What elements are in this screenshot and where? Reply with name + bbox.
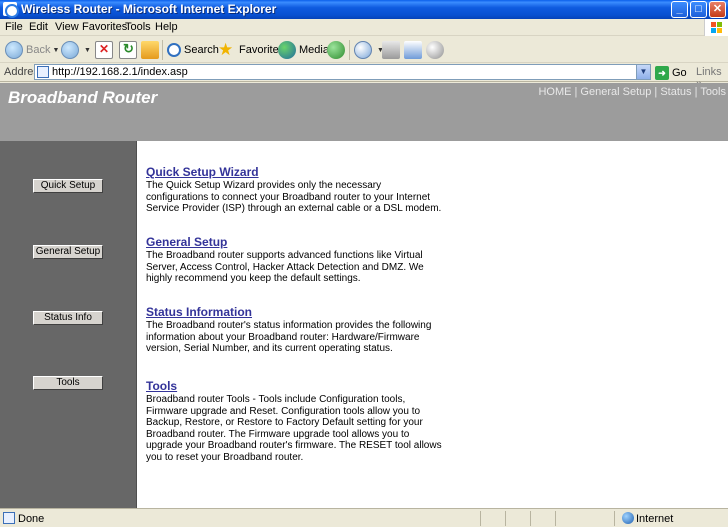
print-icon [382,41,400,59]
status-divider [530,511,531,526]
print-button[interactable] [382,40,403,60]
home-button[interactable] [141,40,162,60]
go-label: Go [672,66,687,79]
address-dropdown-icon[interactable]: ▼ [636,65,650,79]
messenger-icon [426,41,444,59]
mail-icon [354,41,372,59]
nav-general-setup-link[interactable]: General Setup [580,86,651,98]
history-button[interactable] [327,40,348,60]
security-zone: Internet [636,513,674,525]
star-icon: ★ [218,40,234,59]
tools-description: Broadband router Tools - Tools include C… [146,394,442,463]
toolbar-separator [162,40,163,60]
status-divider [480,511,481,526]
general-setup-description: The Broadband router supports advanced f… [146,250,424,284]
status-divider [555,511,556,526]
edit-button[interactable] [404,40,425,60]
ie-logo-icon [3,2,19,18]
maximize-button[interactable]: □ [690,1,707,18]
tools-link[interactable]: Tools [146,379,446,393]
section-status-information: Status Information The Broadband router'… [146,305,446,355]
status-information-description: The Broadband router's status informatio… [146,320,432,354]
menu-file[interactable]: File [5,21,23,33]
forward-button[interactable]: ▼ [61,40,91,60]
quick-setup-button[interactable]: Quick Setup [33,179,103,193]
section-quick-setup: Quick Setup Wizard The Quick Setup Wizar… [146,165,446,215]
menu-view[interactable]: View [55,21,79,33]
mail-button[interactable]: ▼ [354,40,384,60]
brand-title: Broadband Router [8,88,158,107]
chevron-down-icon: ▼ [84,46,91,54]
menu-edit[interactable]: Edit [29,21,48,33]
toolbar-separator [349,40,350,60]
general-setup-link[interactable]: General Setup [146,235,446,249]
address-url: http://192.168.2.1/index.asp [52,66,188,78]
history-icon [327,41,345,59]
back-button[interactable]: Back ▼ [5,40,59,60]
search-icon [167,43,181,57]
sidebar: Quick Setup General Setup Status Info To… [0,141,137,508]
search-label: Search [184,44,219,56]
menu-help[interactable]: Help [155,21,178,33]
top-navigation: HOME | General Setup | Status | Tools [538,86,726,98]
media-icon [278,41,296,59]
status-bar: Done Internet [0,508,728,527]
globe-icon [622,512,634,524]
general-setup-button[interactable]: General Setup [33,245,103,259]
status-text: Done [18,513,45,525]
refresh-button[interactable] [119,40,140,60]
nav-status-link[interactable]: Status [660,86,691,98]
messenger-button[interactable] [426,40,447,60]
window-title: Wireless Router - Microsoft Internet Exp… [21,2,277,16]
section-general-setup: General Setup The Broadband router suppo… [146,235,446,285]
section-tools: Tools Broadband router Tools - Tools inc… [146,379,446,463]
home-icon [141,41,159,59]
page-icon [37,66,49,78]
status-information-link[interactable]: Status Information [146,305,446,319]
nav-tools-link[interactable]: Tools [700,86,726,98]
status-divider [505,511,506,526]
nav-home-link[interactable]: HOME [538,86,571,98]
back-arrow-icon [5,41,23,59]
close-button[interactable]: ✕ [709,1,726,18]
page-viewport: Broadband Router HOME | General Setup | … [0,83,728,508]
refresh-icon [119,41,137,59]
media-label: Media [299,44,329,56]
edit-icon [404,41,422,59]
windows-logo-icon [704,19,728,36]
go-arrow-icon: ➜ [655,65,669,80]
quick-setup-wizard-link[interactable]: Quick Setup Wizard [146,165,446,179]
stop-icon [95,41,113,59]
status-divider [614,511,615,526]
forward-arrow-icon [61,41,79,59]
menu-favorites[interactable]: Favorites [82,21,127,33]
favorites-button[interactable]: ★ Favorites [218,40,284,60]
ie-window: Wireless Router - Microsoft Internet Exp… [0,0,728,527]
minimize-button[interactable]: _ [671,1,688,18]
toolbar: Back ▼ ▼ Search ★ Favorites Media [0,36,728,63]
menu-tools[interactable]: Tools [125,21,151,33]
back-label: Back [26,44,51,56]
menu-bar: File Edit View Favorites Tools Help [0,19,728,36]
title-bar: Wireless Router - Microsoft Internet Exp… [0,0,728,19]
page-banner: Broadband Router HOME | General Setup | … [0,83,728,141]
address-bar: Address http://192.168.2.1/index.asp ▼ ➜… [0,63,728,90]
page-done-icon [3,512,15,524]
search-button[interactable]: Search [167,40,219,60]
go-button[interactable]: ➜ Go [655,65,687,80]
chevron-down-icon: ▼ [52,46,60,54]
quick-setup-description: The Quick Setup Wizard provides only the… [146,180,442,214]
media-button[interactable]: Media [278,40,329,60]
status-info-button[interactable]: Status Info [33,311,103,325]
stop-button[interactable] [95,40,116,60]
address-input[interactable]: http://192.168.2.1/index.asp ▼ [34,64,651,80]
tools-button[interactable]: Tools [33,376,103,390]
